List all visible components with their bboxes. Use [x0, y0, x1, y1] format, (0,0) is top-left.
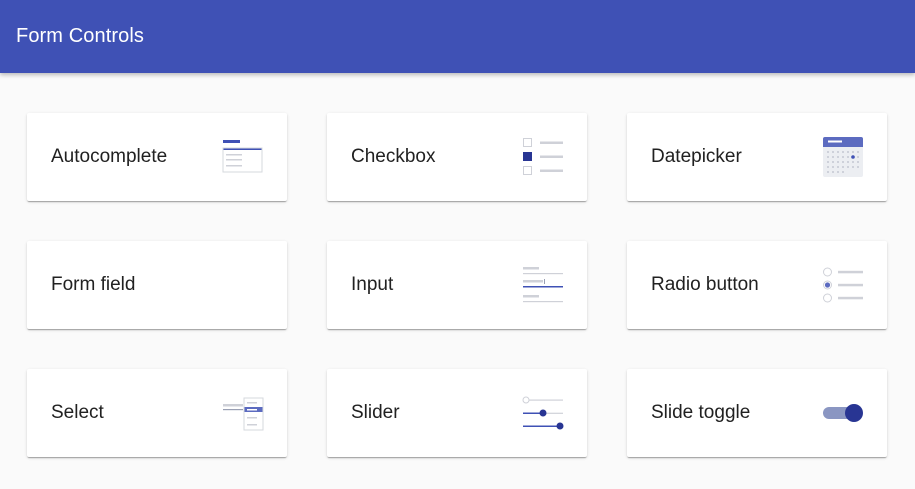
card-label: Autocomplete: [51, 146, 168, 167]
card-radio-button[interactable]: Radio button: [627, 241, 887, 329]
card-label: Slider: [351, 402, 400, 423]
card-slide-toggle[interactable]: Slide toggle: [627, 369, 887, 457]
app-toolbar: Form Controls: [0, 0, 915, 73]
checkbox-icon: [522, 136, 564, 178]
slide-toggle-icon: [822, 392, 864, 434]
card-label: Datepicker: [651, 146, 742, 167]
card-label: Select: [51, 402, 104, 423]
component-grid: Autocomplete Checkbox Datepicker Form fi…: [27, 113, 887, 457]
card-label: Input: [351, 274, 394, 295]
card-input[interactable]: Input: [327, 241, 587, 329]
input-icon: [522, 264, 564, 306]
card-label: Form field: [51, 274, 136, 295]
card-label: Slide toggle: [651, 402, 751, 423]
select-icon: [222, 392, 264, 434]
card-select[interactable]: Select: [27, 369, 287, 457]
card-label: Checkbox: [351, 146, 436, 167]
page-title: Form Controls: [16, 25, 144, 47]
radio-button-icon: [822, 264, 864, 306]
datepicker-icon: [822, 136, 864, 178]
card-label: Radio button: [651, 274, 759, 295]
card-datepicker[interactable]: Datepicker: [627, 113, 887, 201]
card-form-field[interactable]: Form field: [27, 241, 287, 329]
card-checkbox[interactable]: Checkbox: [327, 113, 587, 201]
card-slider[interactable]: Slider: [327, 369, 587, 457]
slider-icon: [522, 392, 564, 434]
card-autocomplete[interactable]: Autocomplete: [27, 113, 287, 201]
autocomplete-icon: [222, 136, 264, 178]
